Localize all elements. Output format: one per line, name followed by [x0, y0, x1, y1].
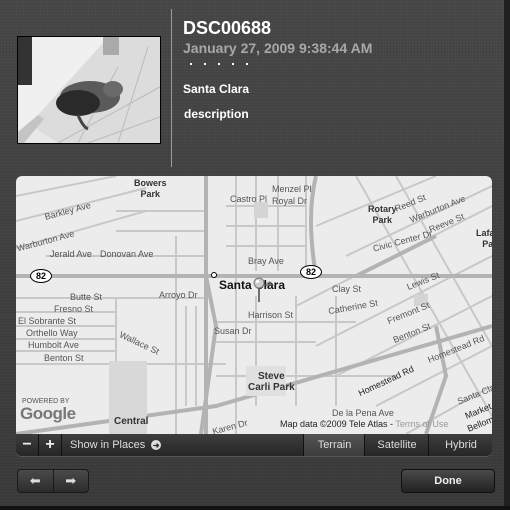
- map-street-humbolt: Humbolt Ave: [28, 340, 79, 350]
- map-type-satellite[interactable]: Satellite: [364, 434, 429, 456]
- photo-description[interactable]: description: [184, 107, 249, 121]
- map-label-rotary-park: Rotary Park: [368, 204, 397, 225]
- map-street-fresno: Fresno St: [54, 304, 94, 314]
- rating-dot-4[interactable]: [232, 63, 234, 65]
- arrow-circle-right-icon: ➜: [151, 440, 162, 450]
- photo-navigation: ⬅ ➡: [17, 469, 89, 493]
- map-copyright: Map data ©2009 Tele Atlas - Terms of Use: [280, 419, 448, 429]
- photo-location[interactable]: Santa Clara: [183, 82, 249, 96]
- header-divider: [171, 9, 172, 167]
- photo-date: January 27, 2009 9:38:44 AM: [183, 40, 373, 56]
- map-street-orthello: Orthello Way: [26, 328, 78, 338]
- map-view[interactable]: BowersPark RotaryPark LafayPa SteveCarli…: [16, 176, 492, 436]
- map-street-clay: Clay St: [332, 284, 362, 294]
- route-82-shield-east: 82: [300, 265, 322, 279]
- map-label-central-park: Central: [114, 416, 149, 427]
- map-street-de-la-pena: De la Pena Ave: [332, 408, 394, 418]
- arrow-left-icon: ⬅: [29, 473, 41, 488]
- zoom-out-button[interactable]: −: [16, 434, 39, 456]
- cat-photo-image: [18, 37, 160, 143]
- terms-of-use-link[interactable]: Terms of Use: [395, 419, 448, 429]
- rating-dot-2[interactable]: [204, 63, 206, 65]
- photo-title[interactable]: DSC00688: [183, 18, 271, 39]
- rating-dot-3[interactable]: [218, 63, 220, 65]
- map-street-menzel: Menzel Pl: [272, 184, 312, 194]
- google-logo[interactable]: Google: [20, 404, 76, 424]
- map-street-royal: Royal Dr: [272, 196, 308, 206]
- window-edge: [504, 0, 510, 510]
- map-street-donovan: Donovan Ave: [100, 249, 154, 259]
- copyright-text: Map data ©2009 Tele Atlas -: [280, 419, 396, 429]
- map-toolbar: − + Show in Places ➜ Terrain Satellite H…: [16, 434, 492, 456]
- map-street-benton: Benton St: [44, 353, 84, 363]
- map-street-el-sobrante: El Sobrante St: [18, 316, 77, 326]
- map-street-harrison: Harrison St: [248, 310, 294, 320]
- map-street-castro: Castro Pl: [230, 194, 268, 204]
- map-type-terrain[interactable]: Terrain: [303, 434, 365, 456]
- map-street-bray: Bray Ave: [248, 256, 284, 266]
- map-label-steve-carli-park: Steve Carli Park: [248, 371, 295, 393]
- previous-photo-button[interactable]: ⬅: [18, 470, 54, 492]
- map-type-hybrid[interactable]: Hybrid: [428, 434, 492, 456]
- done-button[interactable]: Done: [401, 469, 495, 493]
- next-photo-button[interactable]: ➡: [54, 470, 89, 492]
- rating-dot-5[interactable]: [246, 63, 248, 65]
- location-pin-icon[interactable]: [252, 276, 282, 306]
- map-label-bowers-park: Bowers Park: [134, 178, 167, 199]
- arrow-right-icon: ➡: [65, 473, 77, 488]
- zoom-in-button[interactable]: +: [39, 434, 62, 456]
- map-street-arroyo: Arroyo Dr: [159, 290, 198, 300]
- map-street-butte: Butte St: [70, 292, 103, 302]
- show-in-places-label: Show in Places: [70, 439, 146, 451]
- window-bottom-edge: [0, 506, 510, 510]
- rating-dot-1[interactable]: [190, 63, 192, 65]
- route-82-shield-west: 82: [30, 269, 52, 283]
- photo-thumbnail[interactable]: [17, 36, 161, 144]
- map-street-susan: Susan Dr: [214, 326, 252, 336]
- map-street-jerald: Jerald Ave: [50, 249, 92, 259]
- rating-stars[interactable]: [190, 63, 248, 65]
- map-panel: BowersPark RotaryPark LafayPa SteveCarli…: [16, 176, 492, 456]
- show-in-places-button[interactable]: Show in Places ➜: [70, 439, 162, 451]
- map-label-lafayette-park: LafayPa: [476, 228, 492, 249]
